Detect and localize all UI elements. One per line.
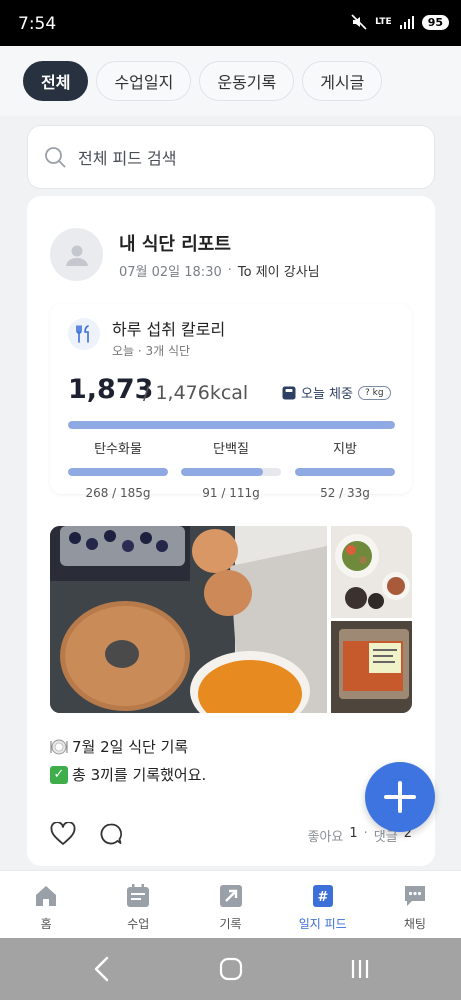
battery-badge: 95 <box>421 14 449 30</box>
nav-item-feed[interactable]: # 일지 피드 <box>277 871 369 938</box>
macro-fill <box>181 468 263 476</box>
search-input[interactable]: 전체 피드 검색 <box>27 125 435 189</box>
nav-label: 수업 <box>127 917 150 931</box>
weight-label: 오늘 체중 <box>301 387 353 402</box>
tab-all[interactable]: 전체 <box>23 61 89 101</box>
likes-count: 1 <box>349 826 358 841</box>
nav-label: 홈 <box>40 917 52 931</box>
svg-text:#: # <box>317 890 328 905</box>
caption-line-2: ✓ 총 3끼를 기록했어요. <box>50 764 206 785</box>
bottom-nav: 홈 수업 기록 # 일지 피드 채팅 <box>0 870 461 938</box>
nav-item-record[interactable]: 기록 <box>184 871 276 938</box>
calories-target: / 1,476kcal <box>143 382 249 404</box>
meal-photo-2[interactable] <box>331 526 412 618</box>
signal-icon <box>399 16 414 29</box>
calendar-icon <box>127 884 150 907</box>
heart-icon[interactable] <box>50 822 76 846</box>
recent-apps-icon[interactable] <box>348 957 372 981</box>
calories-consumed: 1,873 <box>68 374 154 405</box>
plate-icon <box>50 739 68 754</box>
meal-photo-main[interactable] <box>50 526 327 713</box>
meta-separator: · <box>227 263 232 278</box>
nav-label: 기록 <box>219 917 242 931</box>
plus-icon <box>384 781 416 813</box>
home-icon <box>36 886 57 906</box>
macro-value: 91 / 111g <box>202 486 260 500</box>
macro-fat: 지방 52 / 33g <box>295 438 395 500</box>
system-nav-bar <box>0 938 461 1000</box>
home-button-icon[interactable] <box>219 957 243 981</box>
macro-fill <box>68 468 168 476</box>
record-icon <box>219 885 242 907</box>
macro-label: 탄수화물 <box>94 442 142 457</box>
search-placeholder: 전체 피드 검색 <box>78 149 177 168</box>
calorie-panel: 하루 섭취 칼로리 오늘 · 3개 식단 1,873 / 1,476kcal 오… <box>50 304 412 500</box>
calorie-progress-fill <box>68 421 395 429</box>
nav-item-home[interactable]: 홈 <box>0 871 92 938</box>
status-bar: 7:54 LTE 95 <box>0 0 461 46</box>
tab-posts[interactable]: 게시글 <box>302 61 383 101</box>
macro-track <box>68 468 168 476</box>
caption-text-2: 총 3끼를 기록했어요. <box>72 766 207 784</box>
feed-card[interactable]: 내 식단 리포트 07월 02일 18:30 · To 제이 강사님 하루 섭취… <box>27 196 435 866</box>
macro-carbs: 탄수화물 268 / 185g <box>68 438 168 500</box>
macro-value: 52 / 33g <box>320 486 370 500</box>
utensils-icon <box>68 318 100 350</box>
avatar[interactable] <box>50 228 103 281</box>
mute-icon <box>351 14 367 30</box>
post-date: 07월 02일 18:30 <box>119 265 222 280</box>
post-title: 내 식단 리포트 <box>119 234 231 255</box>
add-post-button[interactable] <box>365 762 435 832</box>
tab-class-log[interactable]: 수업일지 <box>96 61 192 101</box>
nav-item-class[interactable]: 수업 <box>92 871 184 938</box>
caption-line-1: 7월 2일 식단 기록 <box>50 736 188 757</box>
user-icon <box>65 245 88 266</box>
feed-icon: # <box>312 885 333 907</box>
macro-protein: 단백질 91 / 111g <box>181 438 281 500</box>
nav-label: 채팅 <box>403 917 426 931</box>
check-icon: ✓ <box>50 765 68 784</box>
network-type: LTE <box>375 16 392 27</box>
counts-separator: · <box>363 826 368 841</box>
macro-value: 268 / 185g <box>85 486 151 500</box>
status-icons: LTE 95 <box>351 14 449 30</box>
macro-track <box>295 468 395 476</box>
status-time: 7:54 <box>18 14 57 34</box>
chat-icon <box>404 886 425 906</box>
scale-icon <box>282 386 296 399</box>
likes-label: 좋아요 <box>307 830 344 845</box>
nav-label: 일지 피드 <box>298 917 347 931</box>
search-icon <box>45 147 66 168</box>
calorie-panel-title: 하루 섭취 칼로리 <box>112 320 226 339</box>
meal-photo-3[interactable] <box>331 621 412 713</box>
weight-value: ? kg <box>357 385 391 400</box>
tab-workout-log[interactable]: 운동기록 <box>199 61 295 101</box>
back-icon[interactable] <box>92 956 112 982</box>
post-recipient: To 제이 강사님 <box>237 265 320 280</box>
weight-row[interactable]: 오늘 체중 ? kg <box>282 383 391 402</box>
post-actions: 좋아요 1 · 댓글 2 <box>50 820 412 850</box>
comment-icon[interactable] <box>99 822 123 846</box>
macro-fill <box>295 468 395 476</box>
nav-item-chat[interactable]: 채팅 <box>369 871 461 938</box>
calorie-panel-subtitle: 오늘 · 3개 식단 <box>112 344 191 358</box>
macro-track <box>181 468 281 476</box>
macro-label: 단백질 <box>213 442 249 457</box>
macro-label: 지방 <box>333 442 357 457</box>
caption-text-1: 7월 2일 식단 기록 <box>72 738 189 756</box>
calorie-progress-bar <box>68 421 395 429</box>
filter-tab-bar: 전체 수업일지 운동기록 게시글 <box>0 46 461 116</box>
post-meta: 07월 02일 18:30 · To 제이 강사님 <box>119 261 320 280</box>
